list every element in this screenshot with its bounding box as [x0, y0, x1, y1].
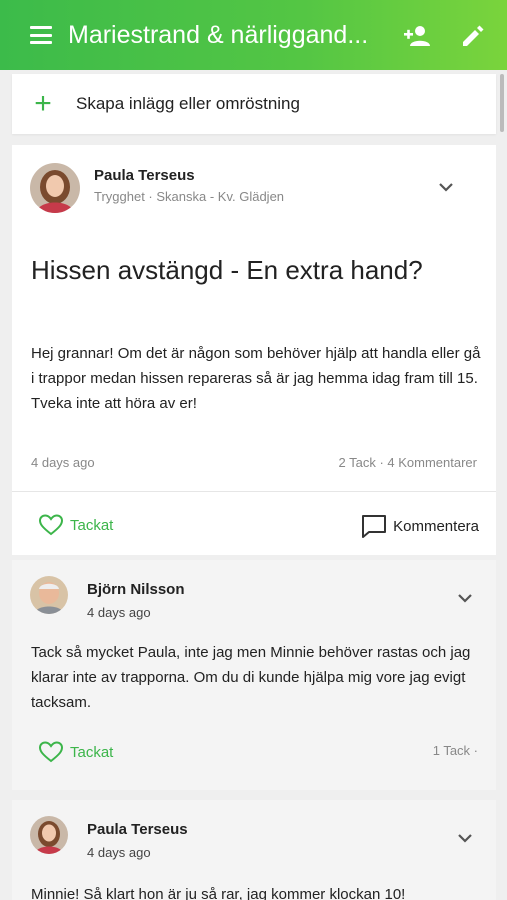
avatar[interactable]	[30, 576, 68, 614]
create-post-label: Skapa inlägg eller omröstning	[76, 94, 300, 113]
comment-stats[interactable]: 1 Tack ·	[433, 743, 478, 758]
heart-icon	[38, 741, 64, 763]
page-title: Mariestrand & närliggand...	[68, 20, 369, 49]
avatar[interactable]	[30, 816, 68, 854]
comment-text: Minnie! Så klart hon är ju så rar, jag k…	[31, 886, 406, 900]
chevron-down-icon[interactable]	[455, 828, 475, 848]
comment-item: Björn Nilsson 4 days ago Tack så mycket …	[12, 560, 496, 790]
person-add-icon[interactable]	[401, 20, 433, 52]
thanks-button[interactable]: Tackat	[38, 513, 113, 537]
heart-icon	[38, 514, 64, 536]
post-title: Hissen avstängd - En extra hand?	[31, 255, 423, 285]
comment-text: Tack så mycket Paula, inte jag men Minni…	[31, 644, 471, 711]
thanks-button[interactable]: Tackat	[38, 740, 113, 764]
comment-author[interactable]: Paula Terseus	[87, 821, 188, 838]
comment-button[interactable]: Kommentera	[361, 513, 479, 539]
post-body: Hej grannar! Om det är någon som behöver…	[31, 345, 481, 412]
comment-author[interactable]: Björn Nilsson	[87, 581, 185, 598]
post-meta: Trygghet · Skanska - Kv. Glädjen	[94, 189, 285, 204]
comment-label: Kommentera	[393, 517, 479, 535]
create-post-button[interactable]: + Skapa inlägg eller omröstning	[12, 74, 496, 134]
comment-time: 4 days ago	[87, 845, 151, 860]
pencil-icon[interactable]	[457, 20, 489, 52]
thanks-label: Tackat	[70, 516, 114, 534]
comment-icon	[362, 515, 387, 538]
post-card: Paula Terseus Trygghet · Skanska - Kv. G…	[12, 145, 496, 555]
comment-time: 4 days ago	[87, 605, 151, 620]
chevron-down-icon[interactable]	[436, 177, 456, 197]
post-author[interactable]: Paula Terseus	[94, 167, 195, 184]
scrollbar[interactable]	[500, 74, 504, 132]
divider	[12, 491, 496, 492]
plus-icon: +	[34, 87, 52, 120]
post-stats[interactable]: 2 Tack · 4 Kommentarer	[339, 455, 477, 470]
app-bar: Mariestrand & närliggand...	[0, 0, 507, 70]
chevron-down-icon[interactable]	[455, 588, 475, 608]
menu-icon[interactable]	[30, 26, 52, 44]
comment-item: Paula Terseus 4 days ago Minnie! Så klar…	[12, 800, 496, 900]
avatar[interactable]	[30, 163, 80, 213]
post-time: 4 days ago	[31, 455, 95, 470]
thanks-label: Tackat	[70, 743, 114, 761]
